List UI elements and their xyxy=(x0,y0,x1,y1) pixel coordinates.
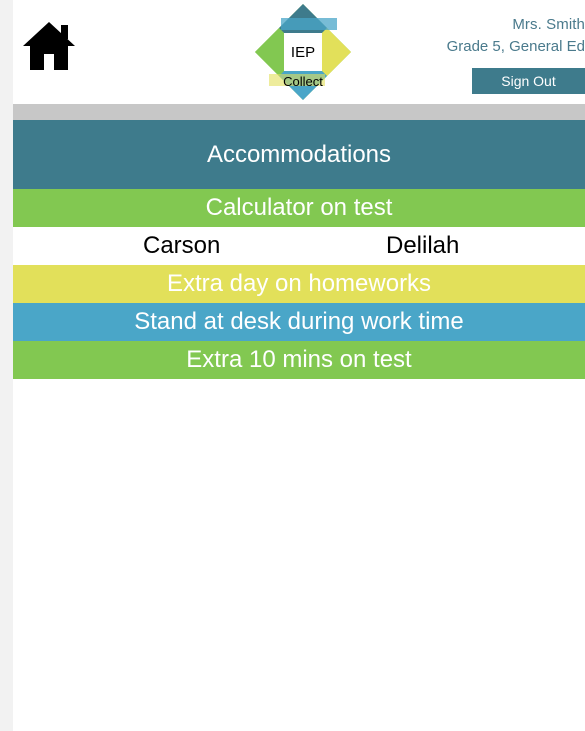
accommodation-stand-at-desk[interactable]: Stand at desk during work time xyxy=(13,303,585,341)
student-carson[interactable]: Carson xyxy=(143,227,220,265)
student-delilah[interactable]: Delilah xyxy=(386,227,459,265)
accommodation-calculator-on-test[interactable]: Calculator on test xyxy=(13,189,585,227)
logo-text-iep: IEP xyxy=(291,44,315,61)
iep-collect-logo: IEP Collect xyxy=(253,2,353,102)
user-name: Mrs. Smith xyxy=(512,16,585,33)
sign-out-button[interactable]: Sign Out xyxy=(472,68,585,94)
app-page: IEP Collect Mrs. Smith Grade 5, General … xyxy=(13,0,585,731)
page-title: Accommodations xyxy=(13,120,585,189)
home-icon xyxy=(23,22,75,70)
accommodation-extra-10-mins-on-test[interactable]: Extra 10 mins on test xyxy=(13,341,585,379)
accommodation-extra-day-on-homeworks[interactable]: Extra day on homeworks xyxy=(13,265,585,303)
header: IEP Collect Mrs. Smith Grade 5, General … xyxy=(13,0,585,104)
header-divider xyxy=(13,104,585,120)
accommodation-students-list: Carson Delilah xyxy=(13,227,585,265)
logo-text-collect: Collect xyxy=(283,74,323,89)
user-info: Mrs. Smith Grade 5, General Ed Sign Out xyxy=(447,15,585,94)
user-grade: Grade 5, General Ed xyxy=(446,38,585,55)
home-button[interactable] xyxy=(21,20,77,72)
